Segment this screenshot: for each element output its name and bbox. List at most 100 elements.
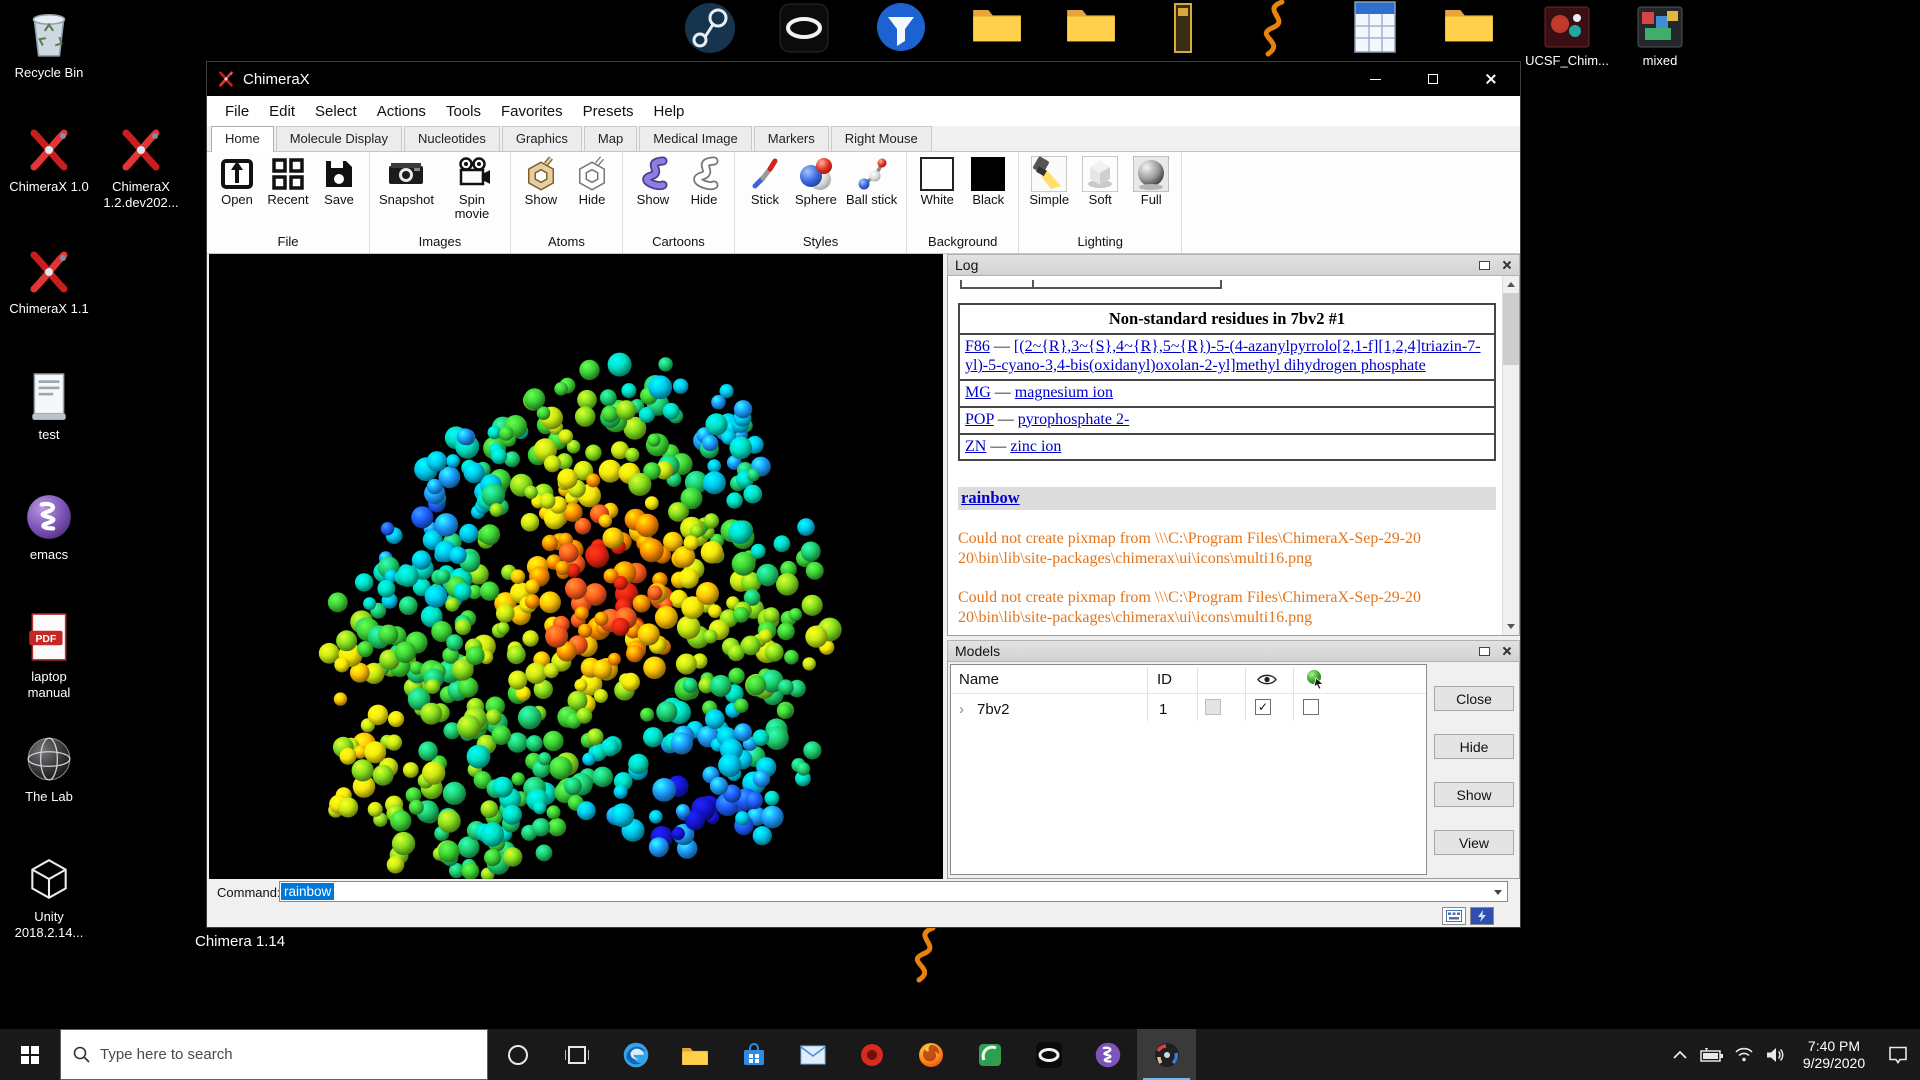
- menu-select[interactable]: Select: [305, 99, 367, 124]
- active-checkbox[interactable]: [1303, 699, 1319, 715]
- taskbar-search[interactable]: Type here to search: [60, 1029, 488, 1080]
- keyboard-toggle-button[interactable]: [1442, 907, 1466, 925]
- models-show-button[interactable]: Show: [1434, 782, 1514, 807]
- desktop-icon-recycle-bin[interactable]: Recycle Bin: [4, 8, 94, 81]
- desktop-icon-test[interactable]: test: [4, 372, 94, 443]
- taskbar-chimerax-button[interactable]: [1137, 1029, 1196, 1080]
- tab-medical-image[interactable]: Medical Image: [639, 126, 752, 151]
- desktop-icon-oculus[interactable]: [778, 0, 830, 61]
- residue-code-link[interactable]: POP: [965, 411, 994, 428]
- desktop-icon-the-lab[interactable]: The Lab: [4, 734, 94, 805]
- command-input[interactable]: rainbow: [279, 881, 1508, 902]
- column-header-name[interactable]: Name: [959, 671, 999, 688]
- desktop-icon-unity[interactable]: Unity 2018.2.14...: [4, 854, 94, 942]
- residue-desc-link[interactable]: pyrophosphate 2-: [1018, 411, 1130, 428]
- taskbar-edge-button[interactable]: [606, 1029, 665, 1080]
- scrollbar-thumb[interactable]: [1503, 293, 1519, 365]
- desktop-icon-folder-1[interactable]: [971, 0, 1023, 51]
- taskbar-emacs-button[interactable]: [1078, 1029, 1137, 1080]
- menu-edit[interactable]: Edit: [259, 99, 305, 124]
- taskbar-firefox-button[interactable]: [901, 1029, 960, 1080]
- desktop-icon-emacs[interactable]: emacs: [4, 492, 94, 563]
- tab-graphics[interactable]: Graphics: [502, 126, 582, 151]
- log-scrollbar[interactable]: [1502, 276, 1519, 635]
- desktop-icon-steam[interactable]: [684, 0, 736, 63]
- spin-movie-button[interactable]: Spin movie: [443, 155, 501, 220]
- models-hide-button[interactable]: Hide: [1434, 734, 1514, 759]
- desktop-icon-chimerax-11[interactable]: ChimeraX 1.1: [4, 248, 94, 317]
- residue-code-link[interactable]: MG: [965, 384, 991, 401]
- desktop-icon-spreadsheet[interactable]: [1349, 0, 1401, 61]
- snapshot-button[interactable]: Snapshot: [379, 155, 434, 207]
- tray-expand-button[interactable]: [1664, 1051, 1696, 1059]
- taskbar-file-explorer-button[interactable]: [665, 1029, 724, 1080]
- menu-favorites[interactable]: Favorites: [491, 99, 573, 124]
- background-white-button[interactable]: White: [916, 155, 958, 207]
- minimize-button[interactable]: [1346, 62, 1404, 96]
- menu-actions[interactable]: Actions: [367, 99, 436, 124]
- atoms-hide-button[interactable]: Hide: [571, 155, 613, 207]
- tab-home[interactable]: Home: [211, 126, 274, 152]
- taskbar-green-app-button[interactable]: [960, 1029, 1019, 1080]
- desktop-icon-ucsf-chim[interactable]: UCSF_Chim...: [1522, 6, 1612, 69]
- menu-presets[interactable]: Presets: [573, 99, 644, 124]
- residue-desc-link[interactable]: [(2~{R},3~{S},4~{R},5~{R})-5-(4-azanylpy…: [965, 338, 1481, 374]
- menu-help[interactable]: Help: [644, 99, 695, 124]
- action-center-button[interactable]: [1876, 1046, 1920, 1064]
- model-name[interactable]: 7bv2: [977, 701, 1010, 718]
- residue-code-link[interactable]: F86: [965, 338, 990, 355]
- shown-checkbox[interactable]: ✓: [1255, 699, 1271, 715]
- models-close-button[interactable]: [1497, 643, 1515, 659]
- open-button[interactable]: Open: [216, 155, 258, 207]
- desktop-icon-box[interactable]: [1163, 0, 1207, 61]
- desktop-icon-chimerax-10[interactable]: ChimeraX 1.0: [4, 126, 94, 195]
- maximize-button[interactable]: [1404, 62, 1462, 96]
- start-button[interactable]: [0, 1029, 60, 1080]
- tab-nucleotides[interactable]: Nucleotides: [404, 126, 500, 151]
- tab-molecule-display[interactable]: Molecule Display: [276, 126, 402, 151]
- models-view-button[interactable]: View: [1434, 830, 1514, 855]
- desktop-icon-blue-app[interactable]: [875, 0, 927, 61]
- ball-stick-button[interactable]: Ball stick: [846, 155, 897, 207]
- tab-right-mouse[interactable]: Right Mouse: [831, 126, 932, 151]
- desktop-icon-rope[interactable]: [1252, 0, 1296, 63]
- rainbow-command-link[interactable]: rainbow: [961, 488, 1020, 507]
- taskbar-oculus-button[interactable]: [1019, 1029, 1078, 1080]
- tray-battery[interactable]: [1696, 1048, 1728, 1062]
- recent-button[interactable]: Recent: [267, 155, 309, 207]
- models-float-button[interactable]: [1475, 643, 1493, 659]
- tray-volume[interactable]: [1760, 1047, 1792, 1063]
- menu-tools[interactable]: Tools: [436, 99, 491, 124]
- tray-clock[interactable]: 7:40 PM 9/29/2020: [1792, 1038, 1876, 1072]
- desktop-icon-folder-3[interactable]: [1443, 0, 1495, 51]
- save-button[interactable]: Save: [318, 155, 360, 207]
- models-close-model-button[interactable]: Close: [1434, 686, 1514, 711]
- desktop-icon-chimerax-12dev[interactable]: ChimeraX 1.2.dev202...: [96, 126, 186, 212]
- taskbar-task-view-button[interactable]: [547, 1029, 606, 1080]
- row-expander[interactable]: ›: [959, 701, 964, 718]
- column-header-id[interactable]: ID: [1157, 671, 1172, 688]
- taskbar-cortana-button[interactable]: [488, 1029, 547, 1080]
- background-black-button[interactable]: Black: [967, 155, 1009, 207]
- atoms-show-button[interactable]: Show: [520, 155, 562, 207]
- menu-file[interactable]: File: [215, 99, 259, 124]
- scroll-down-arrow[interactable]: [1503, 618, 1519, 635]
- selection-checkbox[interactable]: [1205, 699, 1221, 715]
- log-float-button[interactable]: [1475, 257, 1493, 273]
- lighting-soft-button[interactable]: Soft: [1079, 155, 1121, 207]
- cartoons-hide-button[interactable]: Hide: [683, 155, 725, 207]
- desktop-icon-laptop-manual[interactable]: PDF laptop manual: [4, 612, 94, 702]
- window-titlebar[interactable]: ChimeraX: [207, 62, 1520, 96]
- taskbar-store-button[interactable]: [724, 1029, 783, 1080]
- residue-desc-link[interactable]: zinc ion: [1010, 438, 1061, 455]
- desktop-icon-mixed[interactable]: mixed: [1615, 6, 1705, 69]
- molecule-viewport[interactable]: [209, 254, 943, 879]
- command-history-dropdown[interactable]: [1491, 885, 1505, 899]
- taskbar-mail-button[interactable]: [783, 1029, 842, 1080]
- stick-button[interactable]: Stick: [744, 155, 786, 207]
- tab-markers[interactable]: Markers: [754, 126, 829, 151]
- scroll-up-arrow[interactable]: [1503, 276, 1519, 293]
- tab-map[interactable]: Map: [584, 126, 637, 151]
- taskbar-red-app-button[interactable]: [842, 1029, 901, 1080]
- log-close-button[interactable]: [1497, 257, 1515, 273]
